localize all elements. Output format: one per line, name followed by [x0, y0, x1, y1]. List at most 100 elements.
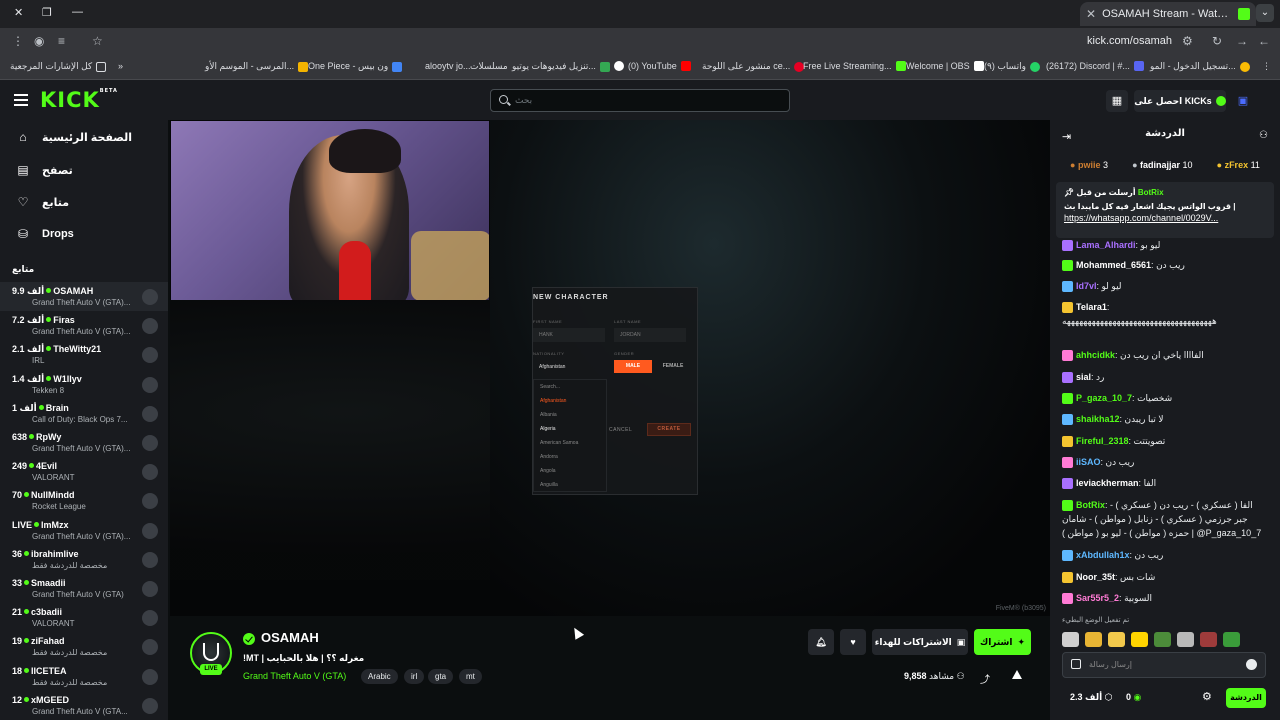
gear-icon[interactable]: ⚙: [1202, 690, 1212, 703]
sidebar-channel[interactable]: 1.4 ألف W1llyv Tekken 8: [0, 370, 168, 399]
emote[interactable]: [1062, 631, 1079, 647]
reload-icon[interactable]: ↻: [1212, 34, 1222, 48]
bookmark-item[interactable]: منشور على اللوحة ce...: [702, 61, 805, 72]
sidebar-channel[interactable]: 7.2 ألف Firas Grand Theft Auto V (GTA)...: [0, 311, 168, 340]
sidebar-channel[interactable]: 1 ألف Brain Call of Duty: Black Ops 7...: [0, 399, 168, 428]
menu-dots-icon[interactable]: ⋮: [12, 34, 24, 48]
sidebar-channel[interactable]: 18 IICETEA مخصصة للدردشة فقط: [0, 662, 168, 691]
bookmark-star-icon[interactable]: ☆: [92, 34, 103, 48]
search-input[interactable]: بحث: [490, 89, 790, 112]
chat-message[interactable]: shaikha12: لا تبا ريبدن: [1062, 412, 1262, 426]
sidebar-channel[interactable]: 21 c3badii VALORANT: [0, 603, 168, 632]
url-field[interactable]: kick.com/osamah: [1087, 35, 1172, 47]
profile-icon[interactable]: ◉: [34, 34, 44, 48]
chat-message[interactable]: Sar55r5_2: السوبية: [1062, 591, 1262, 605]
sidebar-channel[interactable]: 19 ziFahad مخصصة للدردشة فقط: [0, 632, 168, 661]
profile-avatar[interactable]: ▣: [1232, 90, 1254, 112]
sidebar-channel[interactable]: 33 Smaadii Grand Theft Auto V (GTA): [0, 574, 168, 603]
emote[interactable]: [1154, 631, 1171, 647]
bookmark-item[interactable]: Free Live Streaming...: [803, 61, 906, 71]
emote[interactable]: [1200, 631, 1217, 647]
tag-irl[interactable]: irl: [404, 669, 425, 684]
emoji-icon[interactable]: [1246, 659, 1257, 670]
subscribe-button[interactable]: اشتراك ✦: [974, 629, 1031, 655]
stream-category[interactable]: Grand Theft Auto V (GTA): [243, 671, 346, 681]
tag-arabic[interactable]: Arabic: [361, 669, 398, 684]
nav-browse[interactable]: ▤ تصفح: [16, 163, 73, 177]
chat-message[interactable]: Lama_Alhardi: ليو بو: [1062, 238, 1262, 252]
report-icon[interactable]: [1012, 670, 1022, 679]
gift-subs-button[interactable]: الاشتراكات للهداء ▣: [872, 629, 968, 655]
chat-send-button[interactable]: الدردشة: [1226, 688, 1266, 708]
pinned-message[interactable]: 📌︎ أرسلت من قبل BotRix قروب الواتس يجيك …: [1056, 182, 1274, 238]
chat-message[interactable]: xAbdullah1x: ريب دن: [1062, 548, 1262, 562]
bookmark-all[interactable]: كل الإشارات المرجعية: [10, 61, 107, 72]
sidebar-channel[interactable]: 36 ibrahimlive مخصصة للدردشة فقط: [0, 545, 168, 574]
forward-icon[interactable]: →: [1236, 34, 1248, 48]
bookmark-item[interactable]: (0) YouTube: [614, 61, 691, 71]
nav-drops[interactable]: ⛁ Drops: [16, 227, 74, 241]
minimize-icon[interactable]: ✕: [14, 6, 23, 19]
chat-message[interactable]: Noor_35t: شات بس: [1062, 570, 1262, 584]
streamer-name[interactable]: OSAMAH: [261, 630, 319, 645]
back-icon[interactable]: ←: [1258, 34, 1270, 48]
menu-icon[interactable]: [14, 94, 28, 106]
bookmarks-overflow-icon[interactable]: »: [118, 61, 123, 71]
follow-button[interactable]: ♥: [840, 629, 866, 655]
bookmark-item[interactable]: alooytv jo...: [425, 61, 471, 71]
sidebar-channel[interactable]: 12 xMGEED Grand Theft Auto V (GTA...: [0, 691, 168, 720]
emote[interactable]: [1177, 631, 1194, 647]
gift-icon[interactable]: [1071, 659, 1081, 669]
kicks-balance[interactable]: 2.3 ألف ⬡: [1070, 692, 1113, 703]
emote[interactable]: [1108, 631, 1125, 647]
bookmark-item[interactable]: One Piece - ون بيس: [308, 61, 403, 72]
bookmark-item[interactable]: تنزيل فيديوهات يوتيو...: [512, 61, 610, 72]
chat-message[interactable]: BotRix: الفا ( عسكري ) - ريب دن ( عسكري …: [1062, 498, 1262, 540]
chat-message[interactable]: Fireful_2318: تصويتتت: [1062, 434, 1262, 448]
emote[interactable]: [1131, 631, 1148, 647]
chat-message[interactable]: Id7vl: ليو لو: [1062, 279, 1262, 293]
emote[interactable]: [1223, 631, 1240, 647]
nav-home[interactable]: ⌂ الصفحة الرئيسية: [16, 130, 132, 144]
notifications-button[interactable]: 🔔︎: [808, 629, 834, 655]
sidebar-channel[interactable]: LIVE lmMzx Grand Theft Auto V (GTA)...: [0, 516, 168, 545]
close-window-icon[interactable]: —: [72, 6, 83, 18]
emote[interactable]: [1085, 631, 1102, 647]
chat-message[interactable]: Mohammed_6561: ريب دن: [1062, 258, 1262, 272]
chat-message[interactable]: Telara1: ههههههههههههههههههههههههههههههه…: [1062, 300, 1262, 328]
chat-message[interactable]: P_gaza_10_7: شخصيات: [1062, 391, 1262, 405]
points-balance[interactable]: 0 ◉: [1126, 692, 1141, 703]
bookmark-item[interactable]: المرسى - الموسم الأو...: [205, 61, 309, 72]
tag-gta[interactable]: gta: [428, 669, 454, 684]
tag-mt[interactable]: mt: [459, 669, 482, 684]
chat-message-input[interactable]: إرسال رسالة: [1062, 652, 1266, 678]
bookmarks-menu-icon[interactable]: ⋮: [1262, 61, 1271, 72]
bookmark-item[interactable]: مسلسلات: [470, 61, 508, 72]
kick-logo[interactable]: KICKBETA: [40, 88, 118, 112]
dashboard-icon[interactable]: ▦: [1106, 90, 1128, 112]
bookmark-item[interactable]: تسجيل الدخول - المو...: [1150, 61, 1250, 72]
bookmark-item[interactable]: Welcome | OBS: [906, 61, 984, 71]
site-settings-icon[interactable]: ⚙: [1182, 34, 1193, 48]
get-kicks-button[interactable]: احصل على KICKs: [1134, 90, 1226, 112]
sidebar-channel[interactable]: 638 RpWy Grand Theft Auto V (GTA)...: [0, 428, 168, 457]
bookmark-item[interactable]: (26172) Discord | #...: [1046, 61, 1144, 71]
close-tab-icon[interactable]: ✕: [1086, 7, 1096, 21]
chat-users-icon[interactable]: ⚇: [1259, 130, 1268, 141]
nav-following[interactable]: ♡ متابع: [16, 195, 69, 209]
tab-search-icon[interactable]: ⌄: [1256, 4, 1274, 22]
sidebar-channel[interactable]: 70 NullMindd Rocket League: [0, 486, 168, 515]
chat-message[interactable]: ahhcidkk: الفاااا ياخي ان ريب دن: [1062, 348, 1262, 362]
video-player[interactable]: NEW CHARACTER FIRST NAME LAST NAME HANK …: [170, 120, 1050, 616]
sidebar-channel[interactable]: 2.1 ألف TheWitty21 IRL: [0, 340, 168, 369]
sidebar-channel[interactable]: 249 4Evil VALORANT: [0, 457, 168, 486]
chat-message[interactable]: iiSAO: ريب دن: [1062, 455, 1262, 469]
sidebar-channel[interactable]: 9.9 ألف OSAMAH Grand Theft Auto V (GTA)...: [0, 282, 168, 311]
tab-menu-icon[interactable]: ≡: [58, 34, 65, 48]
browser-tab[interactable]: ✕ OSAMAH Stream - Watch L: [1080, 2, 1256, 26]
bookmark-item[interactable]: (٩) واتساب: [984, 61, 1040, 72]
chat-message[interactable]: sial: رد: [1062, 370, 1262, 384]
share-icon[interactable]: ⤴: [980, 671, 990, 686]
restore-icon[interactable]: ❐: [42, 6, 52, 19]
chat-message[interactable]: leviackherman: الفا: [1062, 476, 1262, 490]
